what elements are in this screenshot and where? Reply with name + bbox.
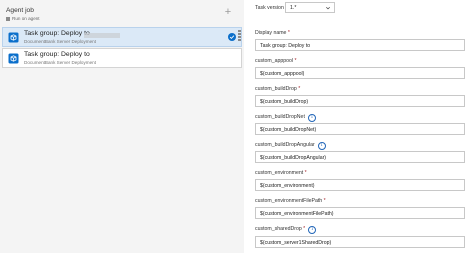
task-item-selected[interactable]: Task group: Deploy to DocumentBank Serve… (2, 27, 242, 47)
custom-builddrop-label: custom_buildDrop * (255, 86, 301, 92)
required-marker: * (304, 170, 307, 176)
custom-environment-input[interactable]: $(custom_environment) (255, 179, 465, 191)
custom-builddropnet-input[interactable]: $(custom_buildDropNet) (255, 123, 465, 135)
agent-job-header[interactable]: Agent job Run on agent + (0, 0, 244, 26)
check-circle-icon (228, 33, 236, 41)
task-list-panel: Agent job Run on agent + Task group: Dep… (0, 0, 244, 253)
agent-icon (6, 16, 10, 21)
task-version-label: Task version (255, 5, 284, 11)
custom-builddropangular-value: $(custom_buildDropAngular) (260, 154, 327, 161)
custom-builddropnet-label: custom_buildDropNet i (255, 114, 316, 122)
custom-builddropnet-value: $(custom_buildDropNet) (260, 126, 317, 133)
custom-builddrop-value: $(custom_buildDrop) (260, 98, 309, 105)
display-name-input[interactable]: Task group: Deploy to (255, 39, 465, 51)
task-subtitle: DocumentBank Server Deployment (24, 39, 97, 44)
required-marker: * (298, 86, 301, 92)
custom-environmentfilepath-value: $(custom_environmentFilePath) (260, 210, 334, 217)
agent-job-title: Agent job (6, 7, 34, 14)
required-marker: * (303, 226, 306, 232)
task-name: Task group: Deploy to (24, 30, 90, 37)
info-icon[interactable]: i (308, 226, 317, 234)
drag-handle-icon[interactable] (238, 30, 241, 44)
task-item[interactable]: Task group: Deploy to DocumentBank Serve… (2, 48, 242, 68)
redacted-task-name (84, 33, 120, 38)
agent-job-subtitle-text: Run on agent (12, 16, 40, 21)
task-version-select[interactable]: 1.* (285, 2, 335, 13)
custom-shareddrop-value: $(custom_server1SharedDrop) (260, 239, 332, 246)
custom-apppool-input[interactable]: $(custom_apppool) (255, 67, 465, 79)
info-icon[interactable]: i (307, 114, 316, 122)
custom-builddropangular-input[interactable]: $(custom_buildDropAngular) (255, 151, 465, 163)
task-group-icon (8, 32, 19, 43)
task-name: Task group: Deploy to (24, 51, 90, 58)
custom-environmentfilepath-input[interactable]: $(custom_environmentFilePath) (255, 207, 465, 219)
task-group-icon (8, 53, 19, 64)
agent-job-subtitle: Run on agent (6, 16, 40, 21)
required-marker: * (287, 30, 290, 36)
display-name-value: Task group: Deploy to (260, 42, 311, 49)
custom-shareddrop-label: custom_sharedDrop * i (255, 226, 317, 234)
add-task-button[interactable]: + (222, 6, 234, 18)
custom-builddropangular-label: custom_buildDropAngular i (255, 142, 326, 150)
required-marker: * (323, 198, 326, 204)
custom-builddrop-input[interactable]: $(custom_buildDrop) (255, 95, 465, 107)
info-icon[interactable]: i (317, 142, 326, 150)
custom-apppool-label: custom_apppool * (255, 58, 297, 64)
custom-environmentfilepath-label: custom_environmentFilePath * (255, 198, 326, 204)
task-version-value: 1.* (290, 5, 297, 11)
display-name-label: Display name * (255, 30, 290, 36)
custom-environment-label: custom_environment * (255, 170, 307, 176)
chevron-down-icon (326, 6, 330, 10)
required-marker: * (294, 58, 297, 64)
custom-apppool-value: $(custom_apppool) (260, 70, 305, 77)
task-properties-panel: Task version 1.* Display name * Task gro… (252, 0, 474, 253)
task-subtitle: DocumentBank Server Deployment (24, 60, 97, 65)
custom-shareddrop-input[interactable]: $(custom_server1SharedDrop) (255, 236, 465, 248)
custom-environment-value: $(custom_environment) (260, 182, 315, 189)
